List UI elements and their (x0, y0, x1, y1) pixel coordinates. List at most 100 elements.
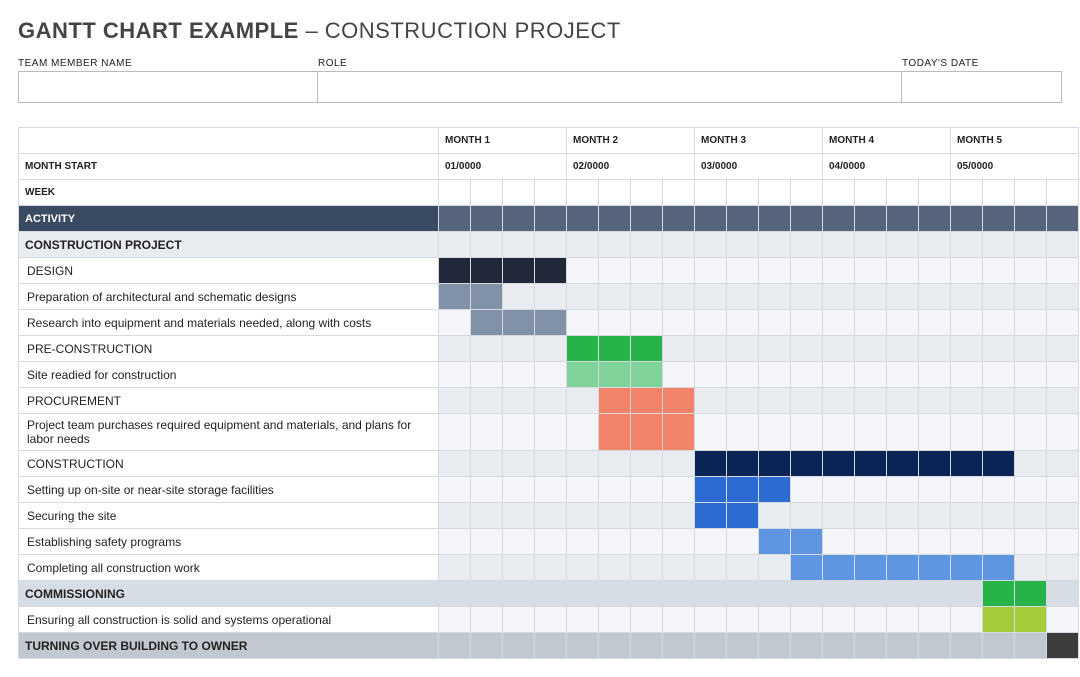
gantt-cell (951, 581, 983, 607)
gantt-cell (439, 529, 471, 555)
gantt-cell (631, 336, 663, 362)
gantt-cell (951, 633, 983, 659)
gantt-cell (951, 336, 983, 362)
gantt-cell (951, 310, 983, 336)
gantt-cell (631, 555, 663, 581)
activity-strip-cell (727, 206, 759, 232)
gantt-row: TURNING OVER BUILDING TO OWNER (19, 633, 1079, 659)
gantt-cell (759, 607, 791, 633)
gantt-cell (503, 232, 535, 258)
gantt-cell (567, 607, 599, 633)
gantt-cell (663, 451, 695, 477)
gantt-cell (663, 232, 695, 258)
gantt-row: Ensuring all construction is solid and s… (19, 607, 1079, 633)
week-cell (855, 180, 887, 206)
row-label: TURNING OVER BUILDING TO OWNER (19, 633, 439, 659)
activity-strip-cell (759, 206, 791, 232)
gantt-row: Preparation of architectural and schemat… (19, 284, 1079, 310)
gantt-cell (919, 633, 951, 659)
gantt-cell (439, 388, 471, 414)
gantt-cell (983, 529, 1015, 555)
gantt-cell (631, 414, 663, 451)
gantt-cell (951, 284, 983, 310)
gantt-cell (663, 529, 695, 555)
week-cell (983, 180, 1015, 206)
gantt-cell (951, 232, 983, 258)
gantt-cell (727, 451, 759, 477)
gantt-cell (567, 414, 599, 451)
row-label: COMMISSIONING (19, 581, 439, 607)
gantt-cell (567, 388, 599, 414)
activity-strip-cell (599, 206, 631, 232)
gantt-cell (631, 581, 663, 607)
row-label: Preparation of architectural and schemat… (19, 284, 439, 310)
gantt-cell (951, 258, 983, 284)
role-input[interactable] (318, 71, 902, 103)
week-cell (471, 180, 503, 206)
gantt-cell (535, 555, 567, 581)
gantt-cell (823, 284, 855, 310)
gantt-cell (503, 607, 535, 633)
gantt-cell (535, 414, 567, 451)
gantt-cell (887, 529, 919, 555)
gantt-cell (599, 477, 631, 503)
gantt-cell (791, 633, 823, 659)
gantt-cell (887, 633, 919, 659)
gantt-cell (919, 232, 951, 258)
gantt-cell (631, 310, 663, 336)
gantt-cell (823, 310, 855, 336)
gantt-cell (759, 388, 791, 414)
gantt-cell (663, 388, 695, 414)
gantt-cell (663, 414, 695, 451)
gantt-cell (855, 414, 887, 451)
gantt-cell (599, 414, 631, 451)
gantt-cell (503, 477, 535, 503)
date-input[interactable] (902, 71, 1062, 103)
gantt-cell (823, 633, 855, 659)
week-cell (695, 180, 727, 206)
week-cell (823, 180, 855, 206)
gantt-cell (503, 336, 535, 362)
gantt-row: CONSTRUCTION PROJECT (19, 232, 1079, 258)
gantt-cell (1047, 284, 1079, 310)
gantt-cell (759, 451, 791, 477)
gantt-cell (823, 607, 855, 633)
gantt-cell (887, 581, 919, 607)
week-cell (631, 180, 663, 206)
gantt-cell (631, 503, 663, 529)
gantt-cell (567, 633, 599, 659)
month-header: MONTH 1 (439, 128, 567, 154)
gantt-cell (535, 477, 567, 503)
gantt-cell (631, 232, 663, 258)
gantt-row: Establishing safety programs (19, 529, 1079, 555)
month-start-value: 01/0000 (439, 154, 567, 180)
gantt-cell (823, 451, 855, 477)
gantt-cell (1047, 310, 1079, 336)
week-cell (759, 180, 791, 206)
gantt-cell (855, 503, 887, 529)
team-member-input[interactable] (18, 71, 318, 103)
gantt-cell (471, 581, 503, 607)
gantt-cell (855, 633, 887, 659)
gantt-cell (1015, 529, 1047, 555)
activity-strip-cell (535, 206, 567, 232)
gantt-cell (695, 633, 727, 659)
gantt-cell (1047, 362, 1079, 388)
row-label: CONSTRUCTION (19, 451, 439, 477)
gantt-cell (503, 581, 535, 607)
gantt-cell (439, 362, 471, 388)
gantt-row: Research into equipment and materials ne… (19, 310, 1079, 336)
gantt-cell (631, 362, 663, 388)
gantt-cell (471, 388, 503, 414)
gantt-cell (1047, 503, 1079, 529)
gantt-cell (983, 477, 1015, 503)
gantt-cell (535, 232, 567, 258)
gantt-cell (823, 258, 855, 284)
gantt-cell (951, 607, 983, 633)
gantt-cell (695, 607, 727, 633)
activity-strip-cell (503, 206, 535, 232)
gantt-cell (663, 607, 695, 633)
month-header: MONTH 5 (951, 128, 1079, 154)
week-cell (1015, 180, 1047, 206)
gantt-cell (791, 310, 823, 336)
